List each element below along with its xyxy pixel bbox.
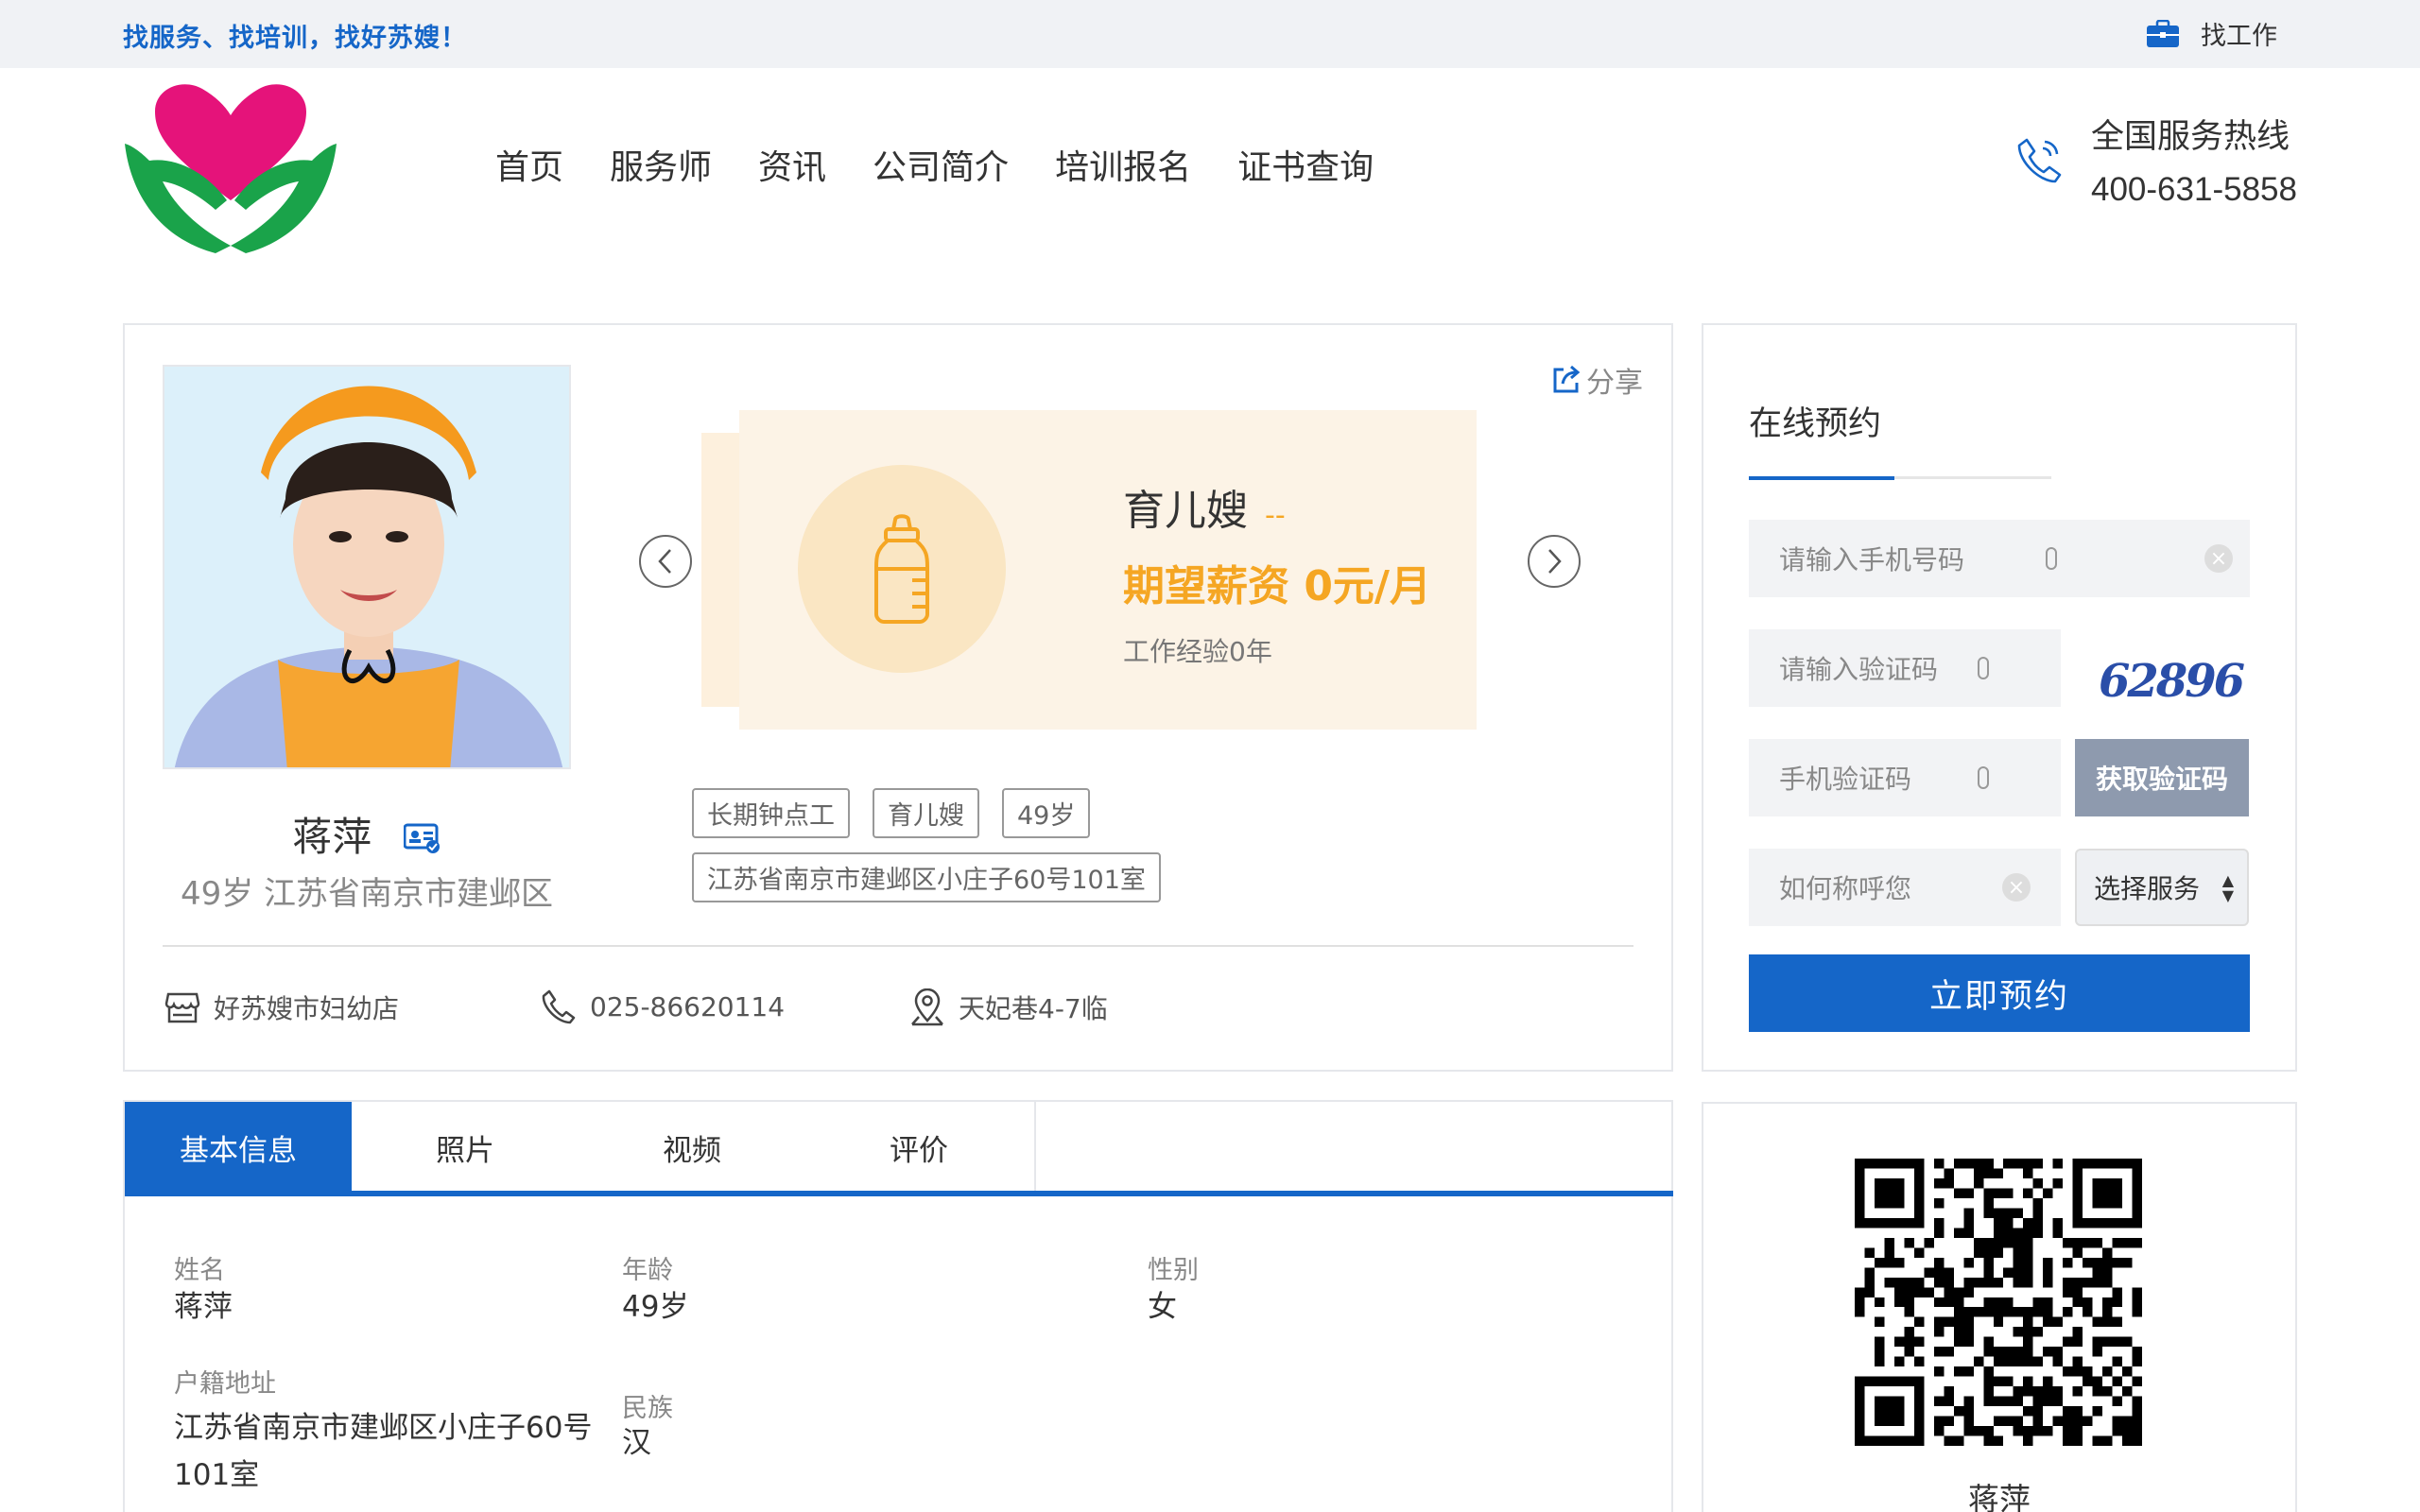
clear-icon[interactable]: ×	[2204, 544, 2233, 573]
profile-card: 蒋萍 49岁 江苏省南京市建邺区 分享 育儿嫂 -- 期望薪资 0元/月 工作经…	[123, 323, 1673, 1072]
address-tag: 江苏省南京市建邺区小庄子60号101室	[692, 852, 1161, 902]
phone-info[interactable]: 025-86620114	[541, 988, 785, 1024]
location-pin-icon	[911, 988, 943, 1026]
store-name: 好苏嫂市妇幼店	[214, 993, 400, 1024]
tag: 育儿嫂	[873, 788, 979, 838]
service-select[interactable]: 选择服务 ▲ ▼	[2075, 849, 2249, 926]
hotline-label: 全国服务热线	[2091, 118, 2290, 156]
sms-code-placeholder: 手机验证码	[1779, 764, 1912, 795]
service-icon-circle	[798, 465, 1006, 673]
spinner-icon	[1978, 657, 1989, 679]
captcha-input[interactable]: 请输入验证码	[1749, 629, 2061, 707]
chevron-right-icon	[1548, 549, 1562, 574]
clear-icon[interactable]: ×	[2002, 873, 2031, 902]
book-now-button[interactable]: 立即预约	[1749, 954, 2250, 1032]
phone-input-placeholder: 请输入手机号码	[1779, 544, 1965, 576]
find-job-label: 找工作	[2201, 22, 2277, 51]
header: 首页 服务师 资讯 公司简介 培训报名 证书查询 全国服务热线 400-631-…	[0, 68, 2420, 285]
phone-number: 025-86620114	[590, 990, 786, 1022]
detail-tabs-panel: 基本信息 照片 视频 评价 姓名 蒋萍 年龄 49岁 性别 女 户籍地址 江苏省…	[123, 1100, 1673, 1512]
tab-underline	[125, 1191, 1673, 1196]
hukou-label: 户籍地址	[174, 1369, 276, 1399]
divider	[163, 945, 1634, 947]
phone-input[interactable]: 请输入手机号码 ×	[1749, 520, 2250, 597]
work-experience: 工作经验0年	[1123, 636, 1272, 667]
carousel-next-button[interactable]	[1528, 535, 1581, 588]
nav-service-staff[interactable]: 服务师	[610, 140, 712, 189]
ethnicity-value: 汉	[622, 1426, 651, 1460]
nav-certificate-query[interactable]: 证书查询	[1237, 140, 1374, 189]
location-info: 天妃巷4-7临	[909, 988, 1108, 1026]
share-button[interactable]: 分享	[1550, 359, 1643, 401]
tag: 长期钟点工	[692, 788, 850, 838]
qr-caption: 蒋萍	[1968, 1481, 2031, 1512]
name-input-placeholder: 如何称呼您	[1779, 873, 1912, 904]
qr-code	[1855, 1159, 2142, 1446]
phone-icon	[2017, 138, 2062, 182]
name-input[interactable]: 如何称呼您 ×	[1749, 849, 2061, 926]
service-card: 育儿嫂 -- 期望薪资 0元/月 工作经验0年	[739, 410, 1477, 730]
captcha-image[interactable]: 62896	[2085, 643, 2256, 720]
captcha-input-placeholder: 请输入验证码	[1779, 654, 1939, 685]
tab-videos[interactable]: 视频	[579, 1102, 805, 1193]
nav-company-intro[interactable]: 公司简介	[873, 140, 1009, 189]
nav-home[interactable]: 首页	[495, 140, 563, 189]
booking-panel: 在线预约 请输入手机号码 × 请输入验证码 62896 手机验证码 获取验证码 …	[1702, 323, 2297, 1072]
age-label: 年龄	[622, 1256, 673, 1285]
title-underline-active	[1749, 476, 1894, 480]
main-nav: 首页 服务师 资讯 公司简介 培训报名 证书查询	[495, 140, 1374, 189]
staff-meta: 49岁 江苏省南京市建邺区	[180, 875, 554, 913]
phone-icon	[542, 989, 576, 1024]
tag-list: 长期钟点工 育儿嫂 49岁	[692, 788, 1091, 838]
service-select-value: 选择服务	[2094, 873, 2201, 904]
share-icon	[1553, 365, 1581, 393]
tab-photos[interactable]: 照片	[352, 1102, 579, 1193]
chevron-left-icon	[658, 549, 671, 574]
store-info: 好苏嫂市妇幼店	[164, 988, 399, 1026]
verified-id-icon	[403, 816, 441, 863]
name-label: 姓名	[174, 1256, 225, 1285]
select-arrows-icon: ▲ ▼	[2221, 871, 2234, 904]
booking-title: 在线预约	[1749, 405, 1882, 443]
carousel-prev-button[interactable]	[639, 535, 692, 588]
staff-name-row: 蒋萍	[163, 805, 571, 863]
find-job-link[interactable]: 找工作	[2146, 15, 2277, 52]
hotline: 全国服务热线 400-631-5858	[2014, 110, 2297, 209]
service-role: 育儿嫂	[1123, 487, 1248, 535]
avatar	[163, 365, 571, 769]
nav-news[interactable]: 资讯	[758, 140, 826, 189]
service-role-row: 育儿嫂 --	[1123, 476, 1286, 537]
spinner-icon	[1978, 766, 1989, 789]
tag: 49岁	[1002, 788, 1091, 838]
hotline-number: 400-631-5858	[2091, 171, 2297, 208]
baby-bottle-icon	[874, 514, 929, 624]
qr-panel: 蒋萍	[1702, 1102, 2297, 1512]
briefcase-icon	[2147, 19, 2179, 47]
store-icon	[164, 992, 200, 1023]
nav-training-signup[interactable]: 培训报名	[1055, 140, 1191, 189]
service-role-suffix: --	[1265, 499, 1286, 532]
staff-name: 蒋萍	[292, 814, 372, 860]
hukou-value: 江苏省南京市建邺区小庄子60号101室	[174, 1411, 593, 1492]
sms-code-input[interactable]: 手机验证码	[1749, 739, 2061, 816]
tab-bar: 基本信息 照片 视频 评价	[125, 1102, 1036, 1193]
location-text: 天妃巷4-7临	[959, 993, 1108, 1024]
spinner-icon	[2046, 547, 2057, 570]
slogan: 找服务、找培训，找好苏嫂！	[123, 24, 467, 53]
age-value: 49岁	[622, 1290, 689, 1324]
tab-reviews[interactable]: 评价	[805, 1102, 1032, 1193]
get-sms-code-button[interactable]: 获取验证码	[2075, 739, 2249, 816]
share-label: 分享	[1586, 367, 1643, 400]
expected-salary: 期望薪资 0元/月	[1123, 562, 1432, 610]
top-bar: 找服务、找培训，找好苏嫂！ 找工作	[0, 0, 2420, 68]
name-value: 蒋萍	[174, 1290, 233, 1324]
tab-basic-info[interactable]: 基本信息	[125, 1102, 352, 1193]
gender-value: 女	[1148, 1290, 1177, 1324]
gender-label: 性别	[1148, 1256, 1199, 1285]
logo[interactable]	[121, 77, 340, 259]
